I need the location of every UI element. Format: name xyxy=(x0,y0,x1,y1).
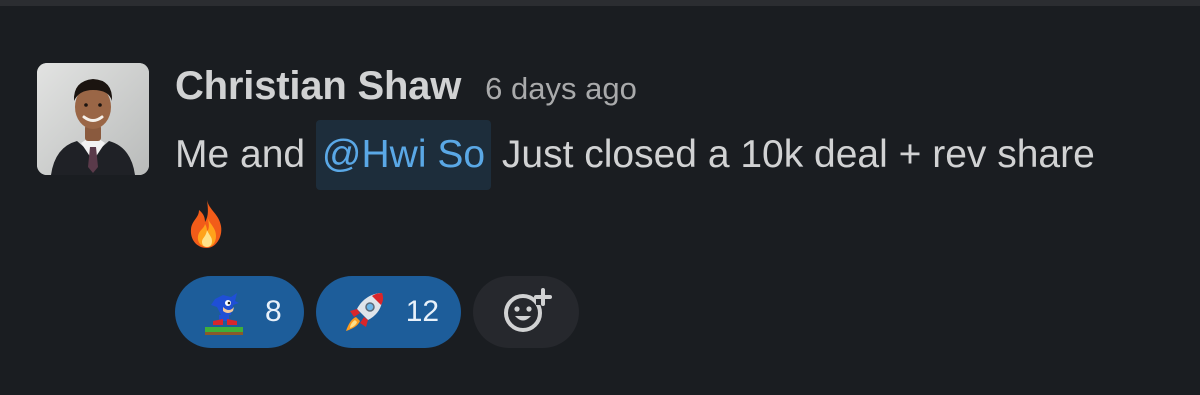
reaction-count: 12 xyxy=(405,295,440,328)
top-divider xyxy=(0,0,1200,6)
fire-emoji-icon xyxy=(179,196,235,252)
message: Christian Shaw 6 days ago Me and @Hwi So… xyxy=(37,58,1157,358)
reaction-rocket[interactable]: 12 xyxy=(315,276,462,348)
message-text-after: Just closed a 10k deal + rev share xyxy=(491,133,1095,176)
message-text-before: Me and xyxy=(175,133,316,176)
user-mention[interactable]: @Hwi So xyxy=(315,120,492,190)
sonic-running-emoji-icon xyxy=(201,289,247,335)
reaction-count: 8 xyxy=(265,295,282,328)
reaction-sonic[interactable]: 8 xyxy=(175,276,304,348)
message-header: Christian Shaw 6 days ago xyxy=(175,58,1155,120)
reactions-bar: 8 12 xyxy=(175,276,1155,348)
timestamp[interactable]: 6 days ago xyxy=(485,71,637,107)
add-reaction-button[interactable] xyxy=(473,276,580,348)
message-content: Christian Shaw 6 days ago Me and @Hwi So… xyxy=(175,58,1155,348)
avatar[interactable] xyxy=(37,63,149,175)
rocket-emoji-icon xyxy=(342,289,388,335)
message-body: Me and @Hwi So Just closed a 10k deal + … xyxy=(175,118,1145,264)
add-reaction-icon xyxy=(498,282,554,343)
author-name[interactable]: Christian Shaw xyxy=(175,64,461,109)
